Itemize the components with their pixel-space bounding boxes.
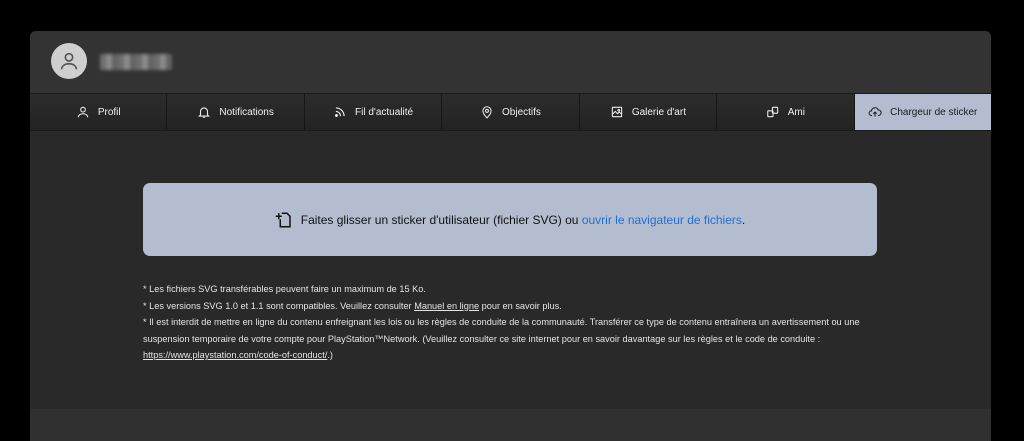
profile-header	[30, 31, 991, 93]
username-redacted	[100, 54, 172, 70]
uploader-content: Faites glisser un sticker d'utilisateur …	[30, 131, 991, 441]
online-manual-link[interactable]: Manuel en ligne	[414, 301, 479, 311]
avatar[interactable]	[51, 43, 87, 79]
tab-galerie-art[interactable]: Galerie d'art	[579, 94, 718, 130]
cloud-upload-icon	[868, 107, 882, 117]
upload-notes: * Les fichiers SVG transférables peuvent…	[143, 281, 885, 364]
open-file-browser-link[interactable]: ouvrir le navigateur de fichiers	[582, 213, 742, 227]
gallery-icon	[611, 106, 623, 118]
tab-label: Notifications	[219, 106, 274, 118]
tab-ami[interactable]: Ami	[717, 94, 855, 130]
note-size-limit: * Les fichiers SVG transférables peuvent…	[143, 284, 426, 294]
tab-label: Objectifs	[502, 106, 541, 118]
tab-label: Galerie d'art	[631, 106, 686, 118]
sticker-uploader-panel: Profil Notifications Fil d'actualité Obj…	[30, 31, 991, 441]
friends-icon	[766, 106, 778, 118]
note-svg-versions: * Les versions SVG 1.0 et 1.1 sont compa…	[143, 300, 562, 311]
tab-fil-actualite[interactable]: Fil d'actualité	[304, 94, 443, 130]
note-conduct: * Il est interdit de mettre en ligne du …	[143, 317, 860, 360]
user-icon	[77, 106, 89, 118]
rss-icon	[335, 107, 345, 117]
file-upload-icon	[275, 212, 291, 227]
tab-label: Chargeur de sticker	[890, 106, 978, 118]
location-pin-icon	[482, 106, 492, 119]
tab-notifications[interactable]: Notifications	[167, 94, 305, 130]
bell-icon	[198, 107, 211, 118]
dropzone-text: Faites glisser un sticker d'utilisateur …	[300, 212, 746, 227]
tab-objectifs[interactable]: Objectifs	[442, 94, 580, 130]
tab-bar: Profil Notifications Fil d'actualité Obj…	[30, 93, 991, 131]
tab-label: Profil	[97, 106, 121, 118]
tab-label: Ami	[787, 106, 805, 118]
tab-profil[interactable]: Profil	[30, 94, 168, 130]
footer-bar	[30, 409, 991, 441]
sticker-dropzone[interactable]: Faites glisser un sticker d'utilisateur …	[143, 183, 877, 256]
code-of-conduct-link[interactable]: https://www.playstation.com/code-of-cond…	[143, 350, 327, 360]
tab-label: Fil d'actualité	[355, 106, 414, 118]
user-icon	[60, 52, 78, 70]
tab-chargeur-sticker[interactable]: Chargeur de sticker	[854, 94, 991, 130]
